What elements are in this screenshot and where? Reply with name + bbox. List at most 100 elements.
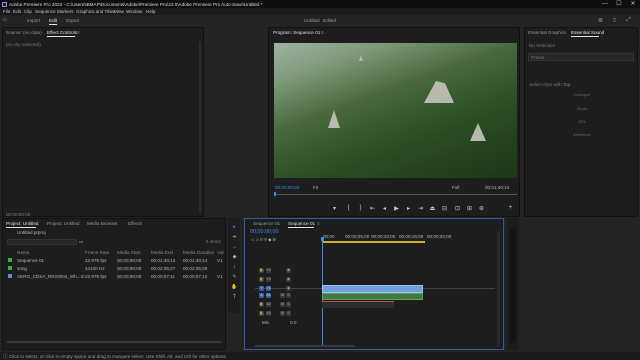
solo-button[interactable]: S xyxy=(286,302,291,307)
video-clip[interactable] xyxy=(322,285,423,293)
search-input[interactable] xyxy=(7,239,77,245)
add-marker-icon[interactable]: ▾ xyxy=(331,205,338,212)
go-to-in-icon[interactable]: ⇤ xyxy=(369,205,376,212)
menu-graphics[interactable]: Graphics and Titles xyxy=(76,9,115,14)
lock-icon[interactable]: 🔒 xyxy=(259,302,264,307)
project-row-song[interactable]: song 44100 Hz 00;00;00;00 00;02;35;27 00… xyxy=(5,265,229,272)
mute-button[interactable]: M xyxy=(280,293,285,298)
sfx-button[interactable]: SFX xyxy=(532,119,632,125)
lock-icon[interactable]: 🔒 xyxy=(259,268,264,273)
dialogue-button[interactable]: Dialogue xyxy=(532,92,632,98)
pen-tool-icon[interactable]: ✎ xyxy=(231,274,238,281)
mix-value[interactable]: 0.0 xyxy=(290,320,296,325)
panel-menu-icon[interactable]: ≡ xyxy=(77,30,80,35)
workspaces-icon[interactable]: ≣ xyxy=(598,17,603,24)
share-icon[interactable]: ⇪ xyxy=(612,17,617,24)
export-frame-icon[interactable]: ⊡ xyxy=(454,205,461,212)
home-icon[interactable]: ⌂ xyxy=(3,17,7,23)
song-clip[interactable] xyxy=(322,301,394,308)
menu-sequence[interactable]: Sequence xyxy=(35,9,56,14)
music-button[interactable]: Music xyxy=(532,106,632,112)
tab-project-2[interactable]: Project: Untitled xyxy=(47,221,79,226)
proxy-icon[interactable]: ⊕ xyxy=(478,205,485,212)
program-scrub-bar[interactable] xyxy=(274,194,517,195)
timeline-options-icons[interactable]: ⊂ ⊃ ⊓ ⚲ ◆ ⚙ xyxy=(251,237,276,242)
play-icon[interactable]: ▶ xyxy=(393,205,400,212)
tab-essential-graphics[interactable]: Essential Graphics xyxy=(528,30,566,35)
tab-sequence-active[interactable]: Sequence 01 xyxy=(288,221,315,226)
ambience-button[interactable]: Ambience xyxy=(532,132,632,138)
type-tool-icon[interactable]: T xyxy=(231,294,238,301)
eye-icon[interactable]: ◉ xyxy=(286,277,291,282)
new-bin-icon[interactable]: ▭ xyxy=(79,239,83,245)
track-label-v1[interactable]: V1 xyxy=(266,286,271,291)
menu-file[interactable]: File xyxy=(3,9,10,14)
maximize-button[interactable]: ☐ xyxy=(612,0,626,8)
tab-media-browser[interactable]: Media Browser xyxy=(87,221,118,226)
work-area-bar[interactable] xyxy=(323,241,425,243)
track-select-tool-icon[interactable]: ⇹ xyxy=(231,234,238,241)
menu-clip[interactable]: Clip xyxy=(24,9,32,14)
menu-window[interactable]: Window xyxy=(126,9,142,14)
lift-icon[interactable]: ⏏ xyxy=(429,205,436,212)
source-patch-v1[interactable]: V xyxy=(259,286,264,291)
tab-effect-controls[interactable]: Effect Controls xyxy=(47,30,77,35)
menu-markers[interactable]: Markers xyxy=(57,9,74,14)
program-timecode[interactable]: 00;00;00;00 xyxy=(275,185,299,190)
tab-import[interactable]: Import xyxy=(27,18,40,23)
tab-export[interactable]: Export xyxy=(66,18,79,23)
panel-menu-icon[interactable]: ≡ xyxy=(321,30,324,35)
tab-source[interactable]: Source: (no clips) xyxy=(6,30,42,35)
go-to-out-icon[interactable]: ⇥ xyxy=(417,205,424,212)
slip-tool-icon[interactable]: ↕ xyxy=(231,264,238,271)
menu-help[interactable]: Help xyxy=(146,9,155,14)
mute-button[interactable]: M xyxy=(280,311,285,316)
mark-in-icon[interactable]: { xyxy=(345,205,352,211)
track-label-a1[interactable]: A1 xyxy=(266,293,271,298)
tab-sequence-inactive[interactable]: Sequence 01 xyxy=(253,221,280,226)
program-playhead[interactable] xyxy=(274,192,276,196)
playhead-handle[interactable] xyxy=(321,237,324,241)
menu-view[interactable]: View xyxy=(114,9,124,14)
panel-menu-icon[interactable]: ≡ xyxy=(317,221,320,226)
track-label-v3[interactable]: V3 xyxy=(266,268,271,273)
ripple-edit-tool-icon[interactable]: ↔ xyxy=(231,244,238,251)
timeline-vertical-scrollbar[interactable] xyxy=(497,231,500,347)
timeline-timecode[interactable]: 00;00;00;00 xyxy=(250,229,278,235)
lock-icon[interactable]: 🔒 xyxy=(259,311,264,316)
track-label-a3[interactable]: A3 xyxy=(266,311,271,316)
minimize-button[interactable]: — xyxy=(598,0,612,8)
timeline-zoom-scrollbar[interactable] xyxy=(255,345,355,347)
video-frame[interactable] xyxy=(274,43,517,178)
track-label-a2[interactable]: A2 xyxy=(266,302,271,307)
lock-icon[interactable]: 🔒 xyxy=(259,277,264,282)
solo-button[interactable]: S xyxy=(286,293,291,298)
project-row-clip[interactable]: AERO_CDSA_RR22004_Wh...m 23.976 fps 00;0… xyxy=(5,273,229,280)
source-patch-a1[interactable]: A xyxy=(259,293,264,298)
selection-tool-icon[interactable]: ▸ xyxy=(231,224,238,231)
project-row-sequence[interactable]: Sequence 01 23.976 fps 00;00;00;00 00;01… xyxy=(5,257,229,264)
hand-tool-icon[interactable]: ✋ xyxy=(231,284,238,291)
preset-dropdown[interactable]: Preset xyxy=(528,53,634,61)
tab-edit[interactable]: Edit xyxy=(49,18,57,23)
eye-icon[interactable]: ◉ xyxy=(286,268,291,273)
eye-icon[interactable]: ◉ xyxy=(286,286,291,291)
extract-icon[interactable]: ⊟ xyxy=(441,205,448,212)
button-editor-icon[interactable]: + xyxy=(507,205,514,211)
scrollbar[interactable] xyxy=(199,42,201,212)
audio-clip[interactable] xyxy=(322,293,423,300)
track-label-v2[interactable]: V2 xyxy=(266,277,271,282)
close-button[interactable]: ✕ xyxy=(626,0,640,8)
razor-tool-icon[interactable]: ◆ xyxy=(231,254,238,261)
tab-project[interactable]: Project: Untitled xyxy=(6,221,38,226)
horizontal-scrollbar[interactable] xyxy=(7,341,221,343)
comparison-view-icon[interactable]: ⊞ xyxy=(466,205,473,212)
solo-button[interactable]: S xyxy=(286,311,291,316)
mute-button[interactable]: M xyxy=(280,302,285,307)
quality-dropdown[interactable]: Full xyxy=(452,185,459,190)
mark-out-icon[interactable]: } xyxy=(357,205,364,211)
menu-edit[interactable]: Edit xyxy=(13,9,21,14)
fullscreen-icon[interactable]: ⤢ xyxy=(626,17,631,24)
fit-dropdown[interactable]: Fit xyxy=(313,185,318,190)
tab-effects[interactable]: Effects xyxy=(128,221,142,226)
